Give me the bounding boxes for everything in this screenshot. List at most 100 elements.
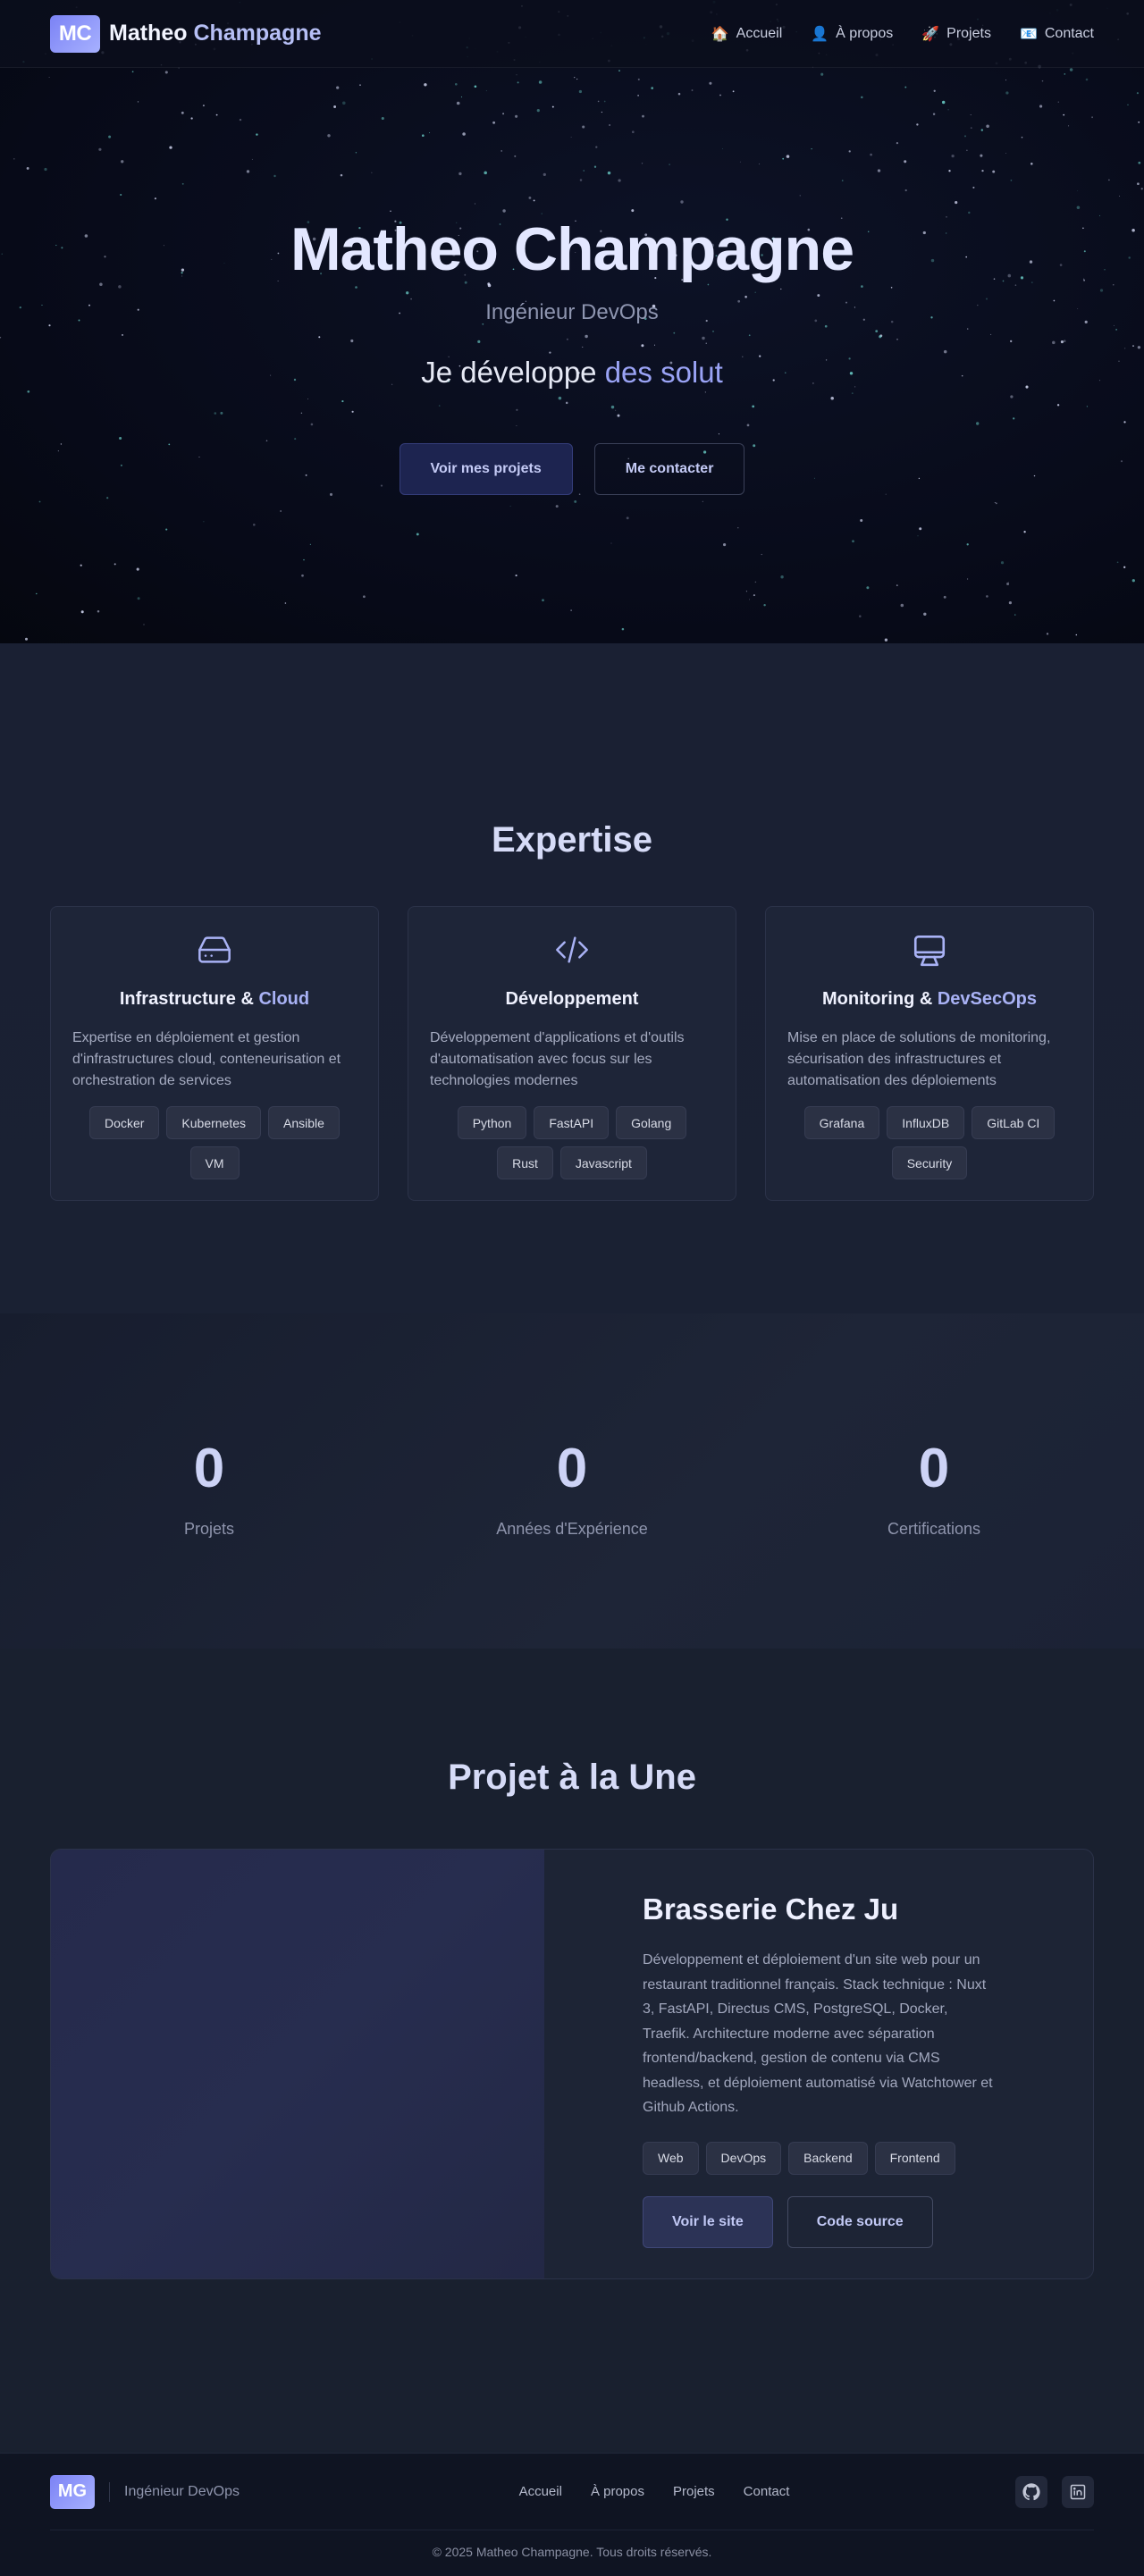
project-buttons: Voir le site Code source (643, 2195, 995, 2248)
server-icon (72, 932, 357, 975)
star (763, 603, 766, 607)
star (355, 286, 358, 289)
nav-link-contact[interactable]: 📧 Contact (1020, 25, 1094, 43)
brand[interactable]: MC Matheo Champagne (50, 14, 322, 53)
logo-badge[interactable]: MC (50, 14, 100, 53)
star (13, 158, 15, 160)
star (1123, 421, 1126, 424)
brand-name[interactable]: Matheo Champagne (109, 21, 322, 46)
star (861, 285, 863, 288)
linkedin-icon[interactable] (1061, 2475, 1094, 2508)
star (923, 612, 927, 617)
star (528, 196, 532, 199)
star (300, 412, 303, 414)
star (80, 564, 82, 566)
footer-link-contact[interactable]: Contact (744, 2484, 790, 2499)
contact-me-button[interactable]: Me contacter (593, 443, 745, 495)
star (841, 180, 844, 181)
star (963, 135, 967, 138)
card-description: Développement d'applications et d'outils… (430, 1030, 685, 1088)
nav-link-label: À propos (836, 25, 894, 41)
stat-value: 0 (193, 1438, 225, 1499)
star (712, 331, 714, 332)
source-code-button[interactable]: Code source (786, 2195, 933, 2248)
project-image (51, 1850, 544, 2278)
view-projects-button[interactable]: Voir mes projets (399, 443, 573, 495)
star (381, 116, 384, 121)
star (900, 603, 904, 608)
star (866, 586, 870, 590)
star (673, 331, 676, 334)
star (458, 172, 462, 176)
star (933, 89, 936, 92)
nav-link-a-propos[interactable]: 👤 À propos (811, 25, 893, 43)
star (595, 146, 598, 148)
project-tags: Web DevOps Backend Frontend (643, 2141, 995, 2175)
star (1041, 80, 1044, 82)
star (484, 171, 487, 175)
star (294, 438, 297, 441)
footer-logo[interactable]: MG (50, 2474, 95, 2509)
footer: MG Ingénieur DevOps Accueil À propos Pro… (0, 2453, 1144, 2576)
view-site-button[interactable]: Voir le site (643, 2195, 773, 2248)
tag: Web (643, 2141, 699, 2175)
star (154, 197, 156, 200)
tag: Python (457, 1106, 527, 1139)
star (1010, 340, 1013, 343)
tag: Kubernetes (166, 1106, 262, 1139)
footer-link-accueil[interactable]: Accueil (519, 2484, 562, 2499)
project-info: Brasserie Chez Ju Développement et déplo… (544, 1850, 1093, 2278)
star (955, 201, 958, 205)
star (1140, 188, 1143, 190)
star (500, 150, 503, 152)
star (752, 405, 755, 408)
star (220, 411, 223, 415)
github-icon[interactable] (1014, 2475, 1047, 2508)
nav-link-label: Contact (1044, 25, 1094, 41)
star (1005, 153, 1006, 154)
star (966, 543, 969, 546)
star (1039, 105, 1043, 108)
footer-link-projets[interactable]: Projets (673, 2484, 715, 2499)
star (980, 129, 983, 131)
star (593, 165, 597, 168)
star (342, 101, 346, 105)
tag: InfluxDB (887, 1106, 965, 1139)
tag: VM (189, 1146, 240, 1179)
star (462, 132, 466, 136)
star (745, 591, 747, 592)
star (1116, 561, 1119, 564)
star (165, 528, 168, 531)
star (705, 342, 707, 344)
tag: Golang (616, 1106, 687, 1139)
card-title: Développement (430, 989, 714, 1010)
nav-links: 🏠 Accueil 👤 À propos 🚀 Projets 📧 Contact (711, 25, 1094, 43)
project-title: Brasserie Chez Ju (643, 1892, 899, 1926)
star (517, 81, 519, 84)
star (739, 161, 741, 163)
star (301, 574, 304, 577)
tag: FastAPI (534, 1106, 610, 1139)
tag: Rust (497, 1146, 553, 1179)
star (943, 349, 947, 354)
star (1136, 92, 1139, 95)
star (610, 542, 612, 544)
star (879, 335, 882, 339)
footer-link-a-propos[interactable]: À propos (591, 2484, 644, 2499)
nav-link-projets[interactable]: 🚀 Projets (921, 25, 991, 43)
user-icon: 👤 (811, 26, 829, 42)
star (1005, 91, 1009, 95)
star (601, 111, 603, 113)
star (782, 157, 785, 160)
star (516, 425, 517, 426)
code-icon (430, 932, 714, 975)
star (515, 575, 517, 577)
nav-link-accueil[interactable]: 🏠 Accueil (711, 25, 783, 43)
star (981, 169, 984, 172)
star (1131, 579, 1135, 583)
star (780, 575, 784, 579)
star (203, 521, 205, 523)
star (1113, 284, 1115, 286)
star (310, 423, 314, 426)
star (558, 396, 562, 400)
